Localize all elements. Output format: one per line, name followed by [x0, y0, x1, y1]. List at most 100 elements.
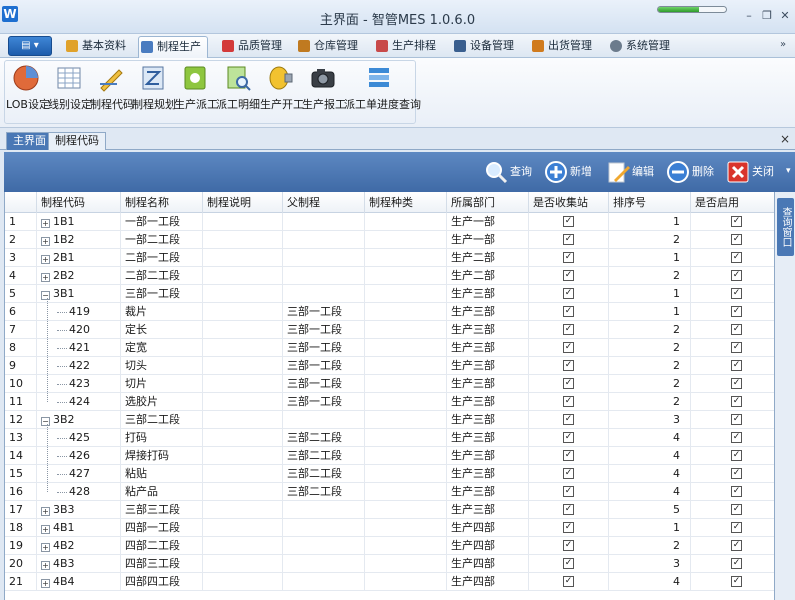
process-code-cell[interactable]: 426 — [37, 447, 121, 465]
table-row[interactable]: 14 426 焊接打码 三部二工段 生产三部 ✓ 4 ✓ — [5, 447, 774, 465]
table-row[interactable]: 19 +4B2 四部二工段 生产四部 ✓ 2 ✓ — [5, 537, 774, 555]
table-row[interactable]: 12−3B2 三部二工段 生产三部 ✓ 3 ✓ — [5, 411, 774, 429]
enabled-checkbox[interactable]: ✓ — [731, 432, 742, 443]
enabled-checkbox[interactable]: ✓ — [731, 234, 742, 245]
header-department[interactable]: 所属部门 — [447, 192, 529, 213]
delete-button[interactable]: 删除 — [666, 158, 714, 186]
header-process-code[interactable]: 制程代码 — [37, 192, 121, 213]
process-code-cell[interactable]: +4B1 — [37, 519, 121, 537]
process-code-cell[interactable]: +4B4 — [37, 573, 121, 591]
collect-station-checkbox[interactable]: ✓ — [563, 216, 574, 227]
expand-icon[interactable]: + — [41, 219, 50, 228]
table-row[interactable]: 5−3B1 三部一工段 生产三部 ✓ 1 ✓ — [5, 285, 774, 303]
menu-tab-scheduling[interactable]: 生产排程 — [374, 36, 436, 58]
table-row[interactable]: 16 428 粘产品 三部二工段 生产三部 ✓ 4 ✓ — [5, 483, 774, 501]
menu-tab-quality[interactable]: 品质管理 — [220, 36, 282, 58]
table-row[interactable]: 10 423 切片 三部一工段 生产三部 ✓ 2 ✓ — [5, 375, 774, 393]
toolbar-more-icon[interactable]: ▾ — [786, 166, 791, 176]
enabled-checkbox[interactable]: ✓ — [731, 342, 742, 353]
enabled-checkbox[interactable]: ✓ — [731, 486, 742, 497]
expand-icon[interactable]: + — [41, 507, 50, 516]
collect-station-checkbox[interactable]: ✓ — [563, 414, 574, 425]
process-code-cell[interactable]: 425 — [37, 429, 121, 447]
enabled-checkbox[interactable]: ✓ — [731, 378, 742, 389]
production-start-button[interactable]: 生产开工 — [260, 62, 304, 118]
table-row[interactable]: 8 421 定宽 三部一工段 生产三部 ✓ 2 ✓ — [5, 339, 774, 357]
menu-tab-system[interactable]: 系统管理 — [608, 36, 670, 58]
expand-icon[interactable]: + — [41, 579, 50, 588]
expand-icon[interactable]: + — [41, 561, 50, 570]
dispatch-progress-query-button[interactable]: 派工单进度查询 — [344, 62, 421, 118]
enabled-checkbox[interactable]: ✓ — [731, 576, 742, 587]
process-code-cell[interactable]: +4B2 — [37, 537, 121, 555]
collect-station-checkbox[interactable]: ✓ — [563, 522, 574, 533]
restore-button[interactable]: ❐ — [760, 10, 774, 22]
process-code-cell[interactable]: 424 — [37, 393, 121, 411]
enabled-checkbox[interactable]: ✓ — [731, 414, 742, 425]
table-row[interactable]: 20 +4B3 四部三工段 生产四部 ✓ 3 ✓ — [5, 555, 774, 573]
enabled-checkbox[interactable]: ✓ — [731, 396, 742, 407]
production-dispatch-button[interactable]: 生产派工 — [174, 62, 218, 118]
collect-station-checkbox[interactable]: ✓ — [563, 324, 574, 335]
line-setting-button[interactable]: 线别设定 — [48, 62, 92, 118]
table-row[interactable]: 7 420 定长 三部一工段 生产三部 ✓ 2 ✓ — [5, 321, 774, 339]
enabled-checkbox[interactable]: ✓ — [731, 288, 742, 299]
process-code-cell[interactable]: 428 — [37, 483, 121, 501]
header-enabled[interactable]: 是否启用 — [691, 192, 774, 213]
chevron-right-icon[interactable]: » — [780, 39, 786, 50]
table-row[interactable]: 1 +1B1 一部一工段 生产一部 ✓ 1 ✓ — [5, 213, 774, 231]
collect-station-checkbox[interactable]: ✓ — [563, 468, 574, 479]
enabled-checkbox[interactable]: ✓ — [731, 360, 742, 371]
process-code-cell[interactable]: 420 — [37, 321, 121, 339]
table-row[interactable]: 21 +4B4 四部四工段 生产四部 ✓ 4 ✓ — [5, 573, 774, 591]
header-process-name[interactable]: 制程名称 — [121, 192, 203, 213]
minimize-button[interactable]: – — [742, 10, 756, 22]
expand-icon[interactable]: + — [41, 543, 50, 552]
collect-station-checkbox[interactable]: ✓ — [563, 252, 574, 263]
menu-tab-process-production[interactable]: 制程生产 — [138, 36, 208, 58]
enabled-checkbox[interactable]: ✓ — [731, 216, 742, 227]
close-tab-icon[interactable]: × — [780, 132, 790, 146]
collect-station-checkbox[interactable]: ✓ — [563, 558, 574, 569]
edit-button[interactable]: 编辑 — [606, 158, 654, 186]
collect-station-checkbox[interactable]: ✓ — [563, 486, 574, 497]
process-code-cell[interactable]: +1B1 — [37, 213, 121, 231]
expand-icon[interactable]: + — [41, 255, 50, 264]
collect-station-checkbox[interactable]: ✓ — [563, 288, 574, 299]
header-process-type[interactable]: 制程种类 — [365, 192, 447, 213]
process-plan-button[interactable]: 制程规划 — [132, 62, 176, 118]
enabled-checkbox[interactable]: ✓ — [731, 324, 742, 335]
collect-station-checkbox[interactable]: ✓ — [563, 432, 574, 443]
table-row[interactable]: 18 +4B1 四部一工段 生产四部 ✓ 1 ✓ — [5, 519, 774, 537]
collect-station-checkbox[interactable]: ✓ — [563, 396, 574, 407]
process-code-cell[interactable]: +3B3 — [37, 501, 121, 519]
lob-setting-button[interactable]: LOB设定 — [6, 62, 50, 118]
collect-station-checkbox[interactable]: ✓ — [563, 360, 574, 371]
close-button[interactable]: 关闭 — [726, 158, 774, 186]
collect-station-checkbox[interactable]: ✓ — [563, 540, 574, 551]
header-sort-number[interactable]: 排序号 — [609, 192, 691, 213]
header-parent-process[interactable]: 父制程 — [283, 192, 365, 213]
process-code-cell[interactable]: −3B1 — [37, 285, 121, 303]
process-code-cell[interactable]: 419 — [37, 303, 121, 321]
expand-icon[interactable]: + — [41, 525, 50, 534]
table-row[interactable]: 6 419 裁片 三部一工段 生产三部 ✓ 1 ✓ — [5, 303, 774, 321]
table-row[interactable]: 15 427 粘贴 三部二工段 生产三部 ✓ 4 ✓ — [5, 465, 774, 483]
process-code-cell[interactable]: 421 — [37, 339, 121, 357]
process-code-cell[interactable]: +4B3 — [37, 555, 121, 573]
process-code-cell[interactable]: 427 — [37, 465, 121, 483]
enabled-checkbox[interactable]: ✓ — [731, 558, 742, 569]
enabled-checkbox[interactable]: ✓ — [731, 504, 742, 515]
process-code-cell[interactable]: 422 — [37, 357, 121, 375]
dispatch-detail-button[interactable]: 派工明细 — [216, 62, 260, 118]
collapse-icon[interactable]: − — [41, 291, 50, 300]
collect-station-checkbox[interactable]: ✓ — [563, 504, 574, 515]
header-collect-station[interactable]: 是否收集站 — [529, 192, 609, 213]
menu-tab-basic-info[interactable]: 基本资料 — [64, 36, 126, 58]
doc-tab-process-code[interactable]: 制程代码 — [48, 132, 106, 150]
menu-tab-shipping[interactable]: 出货管理 — [530, 36, 592, 58]
query-window-tab[interactable]: 查询窗口 — [777, 198, 794, 256]
collect-station-checkbox[interactable]: ✓ — [563, 306, 574, 317]
menu-tab-warehouse[interactable]: 仓库管理 — [296, 36, 358, 58]
collect-station-checkbox[interactable]: ✓ — [563, 378, 574, 389]
